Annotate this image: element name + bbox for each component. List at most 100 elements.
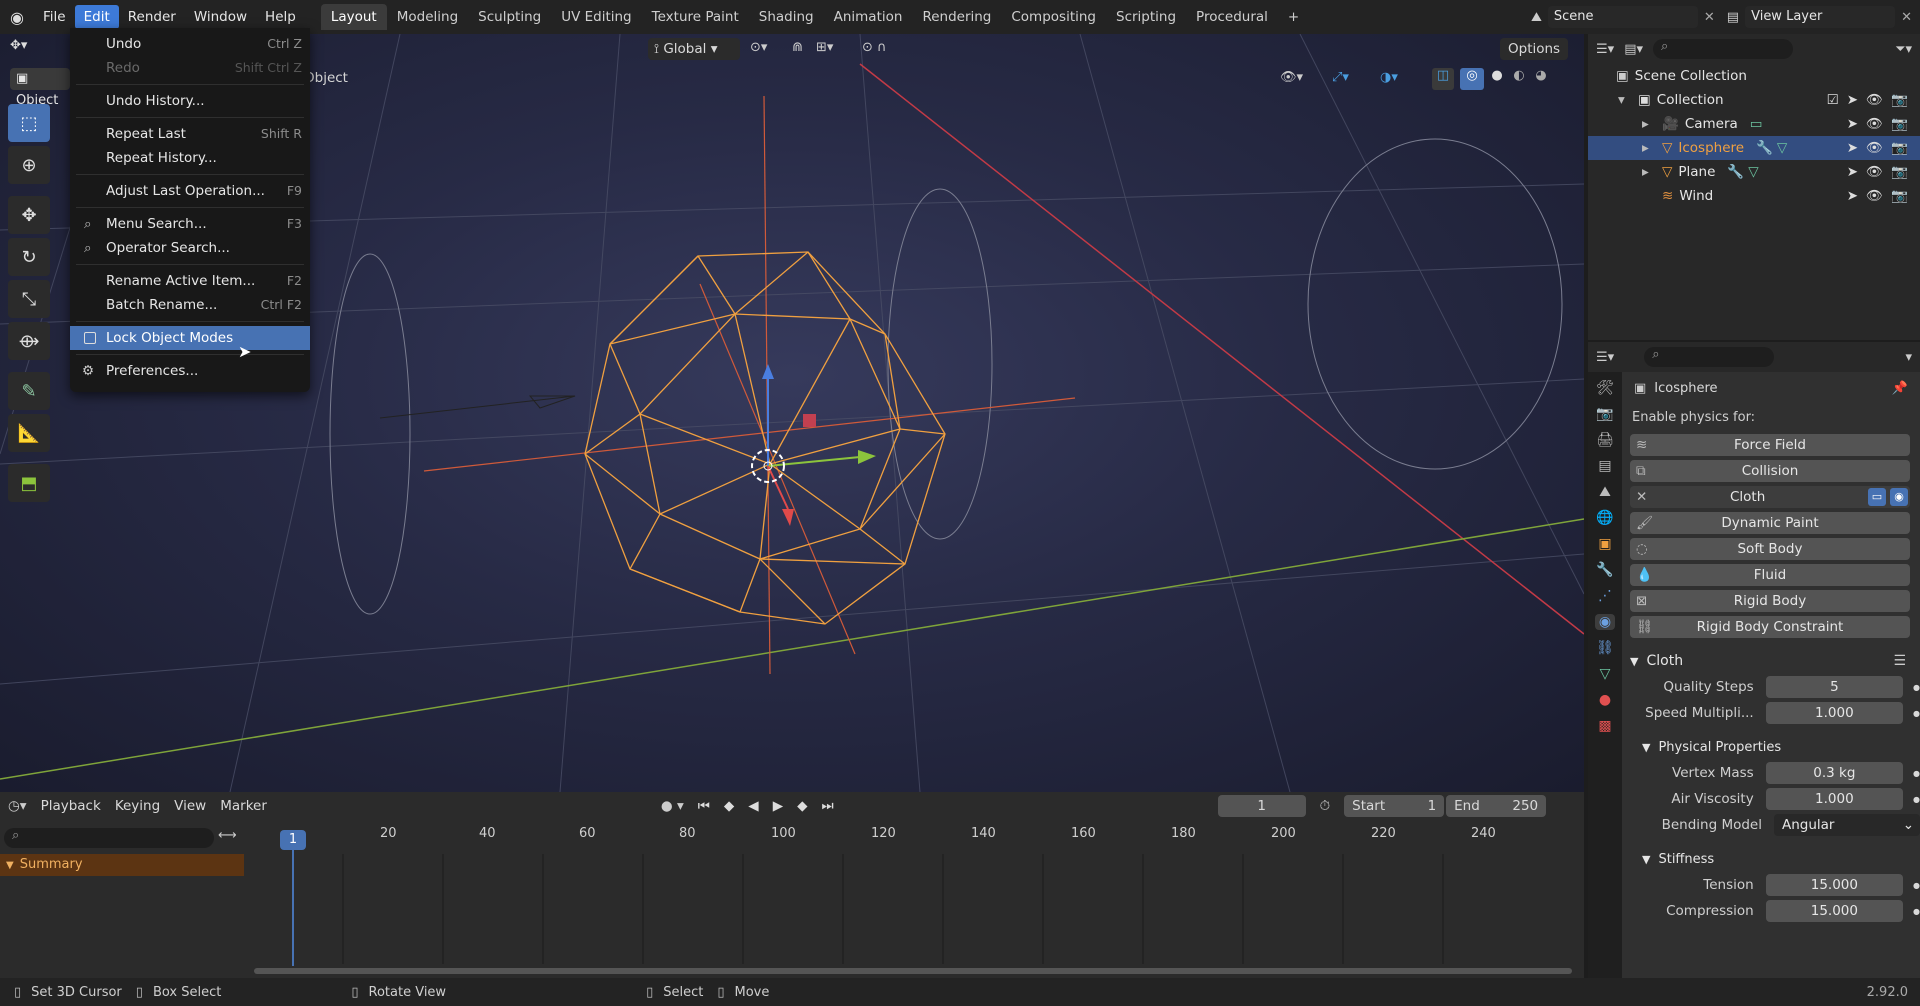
editor-type-icon[interactable]: ☰▾ bbox=[1596, 350, 1614, 365]
view-layer-tab-icon[interactable]: ▤ bbox=[1598, 458, 1611, 474]
tab-animation[interactable]: Animation bbox=[824, 4, 913, 30]
physical-properties-header[interactable]: ▼ Physical Properties bbox=[1622, 734, 1920, 760]
outliner-search-input[interactable]: ⌕ bbox=[1653, 39, 1793, 59]
jump-keyframe-forward-icon[interactable]: ◆ bbox=[797, 798, 807, 814]
cloth-button[interactable]: ✕ Cloth ▭ ◉ bbox=[1630, 486, 1910, 508]
timeline-scrollbar[interactable] bbox=[254, 968, 1572, 974]
dynamic-paint-button[interactable]: 🖌 Dynamic Paint bbox=[1630, 512, 1910, 534]
eye-icon[interactable]: 👁 bbox=[1866, 88, 1883, 112]
mesh-data-icon[interactable]: ▽ bbox=[1748, 160, 1758, 184]
chevron-down-icon[interactable]: ▾ bbox=[1905, 350, 1912, 365]
menu-item-repeat-history[interactable]: Repeat History... bbox=[70, 146, 310, 170]
playback-menu[interactable]: Playback bbox=[41, 798, 101, 814]
annotate-tool[interactable]: ✎ bbox=[8, 372, 50, 410]
force-field-button[interactable]: ≋ Force Field bbox=[1630, 434, 1910, 456]
expand-icon[interactable]: ▸ bbox=[1642, 112, 1656, 136]
menu-render[interactable]: Render bbox=[119, 5, 185, 29]
rotate-tool[interactable]: ↻ bbox=[8, 238, 50, 276]
end-frame-field[interactable]: End 250 bbox=[1446, 795, 1547, 817]
checkbox-icon[interactable] bbox=[84, 332, 96, 344]
keyframe-dot-icon[interactable]: ● bbox=[1913, 683, 1920, 692]
proportional-edit-icon[interactable]: ⊙ ∩ bbox=[862, 40, 887, 55]
eye-icon[interactable]: 👁 bbox=[1866, 136, 1883, 160]
measure-tool[interactable]: 📐 bbox=[8, 414, 50, 452]
bending-model-dropdown[interactable]: Angular ⌄ bbox=[1773, 814, 1920, 836]
presets-list-icon[interactable]: ☰ bbox=[1893, 653, 1906, 669]
soft-body-button[interactable]: ◌ Soft Body bbox=[1630, 538, 1910, 560]
menu-item-repeat-last[interactable]: Repeat Last Shift R bbox=[70, 122, 310, 146]
select-box-tool[interactable]: ⬚ bbox=[8, 104, 50, 142]
record-icon[interactable]: ● ▾ bbox=[661, 798, 684, 814]
menu-item-operator-search[interactable]: ⌕ Operator Search... bbox=[70, 236, 310, 260]
texture-tab-icon[interactable]: ▩ bbox=[1598, 718, 1611, 734]
tab-scripting[interactable]: Scripting bbox=[1106, 4, 1186, 30]
menu-item-batch-rename[interactable]: Batch Rename... Ctrl F2 bbox=[70, 293, 310, 317]
jump-keyframe-back-icon[interactable]: ◆ bbox=[724, 798, 734, 814]
menu-file[interactable]: File bbox=[34, 5, 75, 29]
modifier-wrench-icon[interactable]: 🔧 bbox=[1727, 160, 1744, 184]
menu-help[interactable]: Help bbox=[256, 5, 305, 29]
camera-render-icon[interactable]: 📷 bbox=[1891, 88, 1908, 112]
play-icon[interactable]: ▶ bbox=[773, 798, 783, 814]
stiffness-header[interactable]: ▼ Stiffness bbox=[1622, 846, 1920, 872]
menu-window[interactable]: Window bbox=[185, 5, 256, 29]
scene-collection-row[interactable]: ▣ Scene Collection bbox=[1588, 64, 1920, 88]
scene-tab-icon[interactable]: ⛰ bbox=[1599, 484, 1611, 500]
marker-menu[interactable]: Marker bbox=[220, 798, 267, 814]
menu-item-redo[interactable]: Redo Shift Ctrl Z bbox=[70, 56, 310, 80]
eye-icon[interactable]: 👁 bbox=[1866, 184, 1883, 208]
display-mode-icon[interactable]: ▤▾ bbox=[1624, 42, 1643, 57]
keyframe-dot-icon[interactable]: ● bbox=[1913, 709, 1920, 718]
move-tool[interactable]: ✥ bbox=[8, 196, 50, 234]
quality-steps-field[interactable]: 5 bbox=[1765, 676, 1904, 698]
fluid-button[interactable]: 💧 Fluid bbox=[1630, 564, 1910, 586]
add-cube-tool[interactable]: ⬒ bbox=[8, 464, 50, 502]
swap-icon[interactable]: ⟷ bbox=[218, 828, 237, 843]
air-viscosity-field[interactable]: 1.000 bbox=[1765, 788, 1904, 810]
play-reverse-icon[interactable]: ◀ bbox=[748, 798, 758, 814]
outliner-item-camera[interactable]: ▸ 🎥 Camera ▭ ➤ 👁 📷 bbox=[1588, 112, 1920, 136]
rendered-shading-icon[interactable]: ◕ bbox=[1530, 68, 1552, 90]
collision-button[interactable]: ⧉ Collision bbox=[1630, 460, 1910, 482]
select-arrow-icon[interactable]: ➤ bbox=[1847, 184, 1858, 208]
tab-rendering[interactable]: Rendering bbox=[912, 4, 1001, 30]
select-arrow-icon[interactable]: ➤ bbox=[1847, 136, 1858, 160]
menu-item-preferences[interactable]: ⚙ Preferences... bbox=[70, 359, 310, 383]
tab-layout[interactable]: Layout bbox=[320, 4, 387, 30]
material-shading-icon[interactable]: ◐ bbox=[1508, 68, 1530, 90]
particles-tab-icon[interactable]: ⋰ bbox=[1598, 588, 1612, 604]
camera-render-icon[interactable]: 📷 bbox=[1891, 136, 1908, 160]
keyframe-dot-icon[interactable]: ● bbox=[1913, 907, 1920, 916]
gizmo-icon[interactable]: ⤢▾ bbox=[1332, 70, 1349, 85]
menu-item-adjust-last[interactable]: Adjust Last Operation... F9 bbox=[70, 179, 310, 203]
eye-icon[interactable]: 👁 bbox=[1866, 112, 1883, 136]
object-mode-dropdown[interactable]: ▣ Object bbox=[10, 68, 70, 108]
physics-tab-icon[interactable]: ◉ bbox=[1594, 614, 1616, 630]
modifier-wrench-icon[interactable]: 🔧 bbox=[1756, 136, 1773, 160]
view-layer-icon[interactable]: ▤ bbox=[1727, 10, 1739, 25]
speed-multiplier-field[interactable]: 1.000 bbox=[1765, 702, 1904, 724]
rigid-body-button[interactable]: ⊠ Rigid Body bbox=[1630, 590, 1910, 612]
camera-render-icon[interactable]: 📷 bbox=[1891, 184, 1908, 208]
outliner-item-wind[interactable]: ≋ Wind ➤ 👁 📷 bbox=[1588, 184, 1920, 208]
summary-row[interactable]: ▼ Summary bbox=[0, 854, 244, 876]
editor-type-icon[interactable]: ☰▾ bbox=[1596, 42, 1614, 57]
mesh-data-icon[interactable]: ▽ bbox=[1777, 136, 1787, 160]
data-tab-icon[interactable]: ▽ bbox=[1600, 666, 1611, 682]
expand-icon[interactable]: ▾ bbox=[1618, 88, 1632, 112]
keyframe-dot-icon[interactable]: ● bbox=[1913, 881, 1920, 890]
jump-start-icon[interactable]: ⏮ bbox=[698, 798, 710, 814]
add-workspace-icon[interactable]: + bbox=[1278, 4, 1309, 30]
menu-item-undo[interactable]: Undo Ctrl Z bbox=[70, 32, 310, 56]
expand-icon[interactable]: ▸ bbox=[1642, 160, 1656, 184]
menu-item-lock-object-modes[interactable]: Lock Object Modes bbox=[70, 326, 310, 350]
tab-compositing[interactable]: Compositing bbox=[1001, 4, 1106, 30]
properties-search-input[interactable]: ⌕ bbox=[1644, 347, 1775, 367]
rigid-body-constraint-button[interactable]: ⛓ Rigid Body Constraint bbox=[1630, 616, 1910, 638]
scene-field[interactable]: Scene bbox=[1547, 6, 1698, 28]
blender-logo-icon[interactable]: ◉ bbox=[0, 0, 34, 34]
scene-icon[interactable]: ⛰ bbox=[1531, 10, 1542, 25]
vertex-mass-field[interactable]: 0.3 kg bbox=[1765, 762, 1904, 784]
tab-procedural[interactable]: Procedural bbox=[1186, 4, 1278, 30]
view-layer-field[interactable]: View Layer bbox=[1745, 6, 1896, 28]
